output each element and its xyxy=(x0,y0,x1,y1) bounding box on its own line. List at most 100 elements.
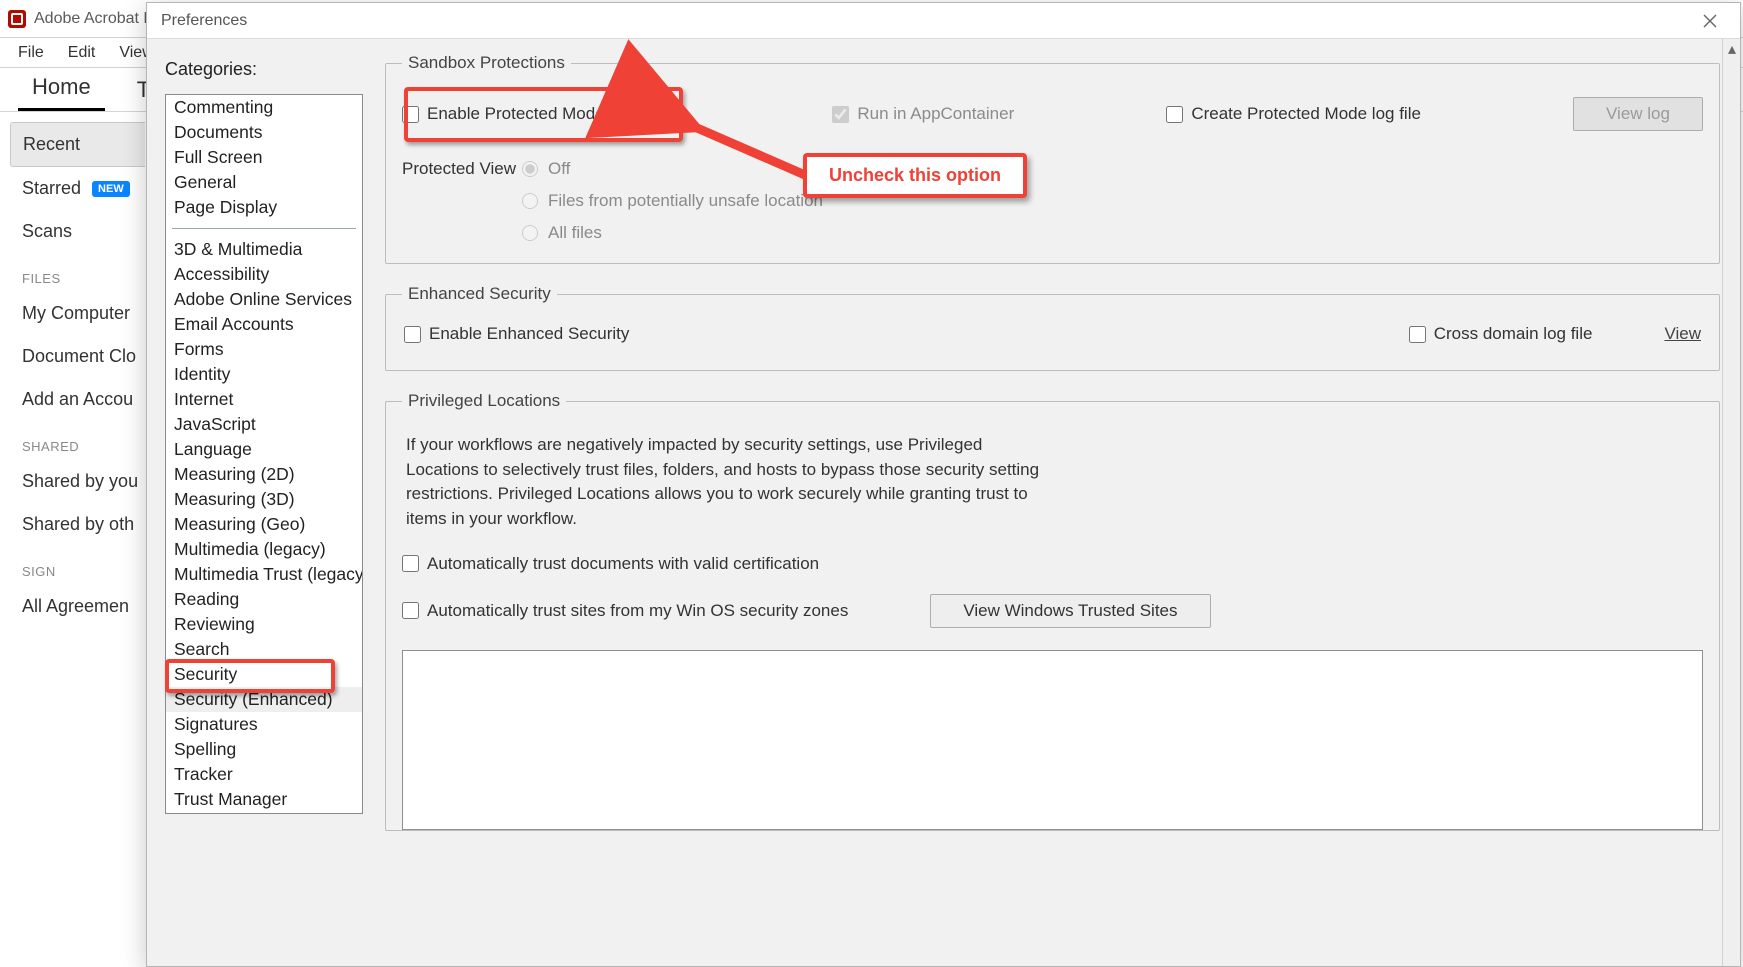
auto-trust-os-input[interactable] xyxy=(402,602,419,619)
category-item[interactable]: Documents xyxy=(166,120,362,145)
pv-off-label: Off xyxy=(548,159,570,179)
close-icon xyxy=(1703,14,1717,28)
category-item[interactable]: Email Accounts xyxy=(166,312,362,337)
pv-all-input xyxy=(522,225,538,241)
nav-starred-label: Starred xyxy=(22,178,81,198)
category-item[interactable]: JavaScript xyxy=(166,412,362,437)
category-item[interactable]: Multimedia Trust (legacy) xyxy=(166,562,362,587)
enable-protected-mode-label: Enable Protected Mode at startup xyxy=(427,104,680,124)
cross-domain-input[interactable] xyxy=(1409,326,1426,343)
dialog-scrollbar[interactable]: ▴ xyxy=(1722,39,1740,966)
category-item[interactable]: Identity xyxy=(166,362,362,387)
cross-domain-log-checkbox[interactable]: Cross domain log file xyxy=(1409,324,1593,344)
view-log-button[interactable]: View log xyxy=(1573,97,1703,131)
category-item[interactable]: Measuring (3D) xyxy=(166,487,362,512)
category-item[interactable]: Forms xyxy=(166,337,362,362)
view-windows-trusted-sites-button[interactable]: View Windows Trusted Sites xyxy=(930,594,1210,628)
auto-trust-cert-label: Automatically trust documents with valid… xyxy=(427,554,819,574)
category-item[interactable]: Signatures xyxy=(166,712,362,737)
protected-view-label: Protected View xyxy=(402,159,522,179)
pv-off-input xyxy=(522,161,538,177)
categories-column: Categories: CommentingDocumentsFull Scre… xyxy=(147,39,375,966)
section-shared: SHARED xyxy=(10,421,145,460)
category-item[interactable]: Security (Enhanced) xyxy=(166,687,362,712)
scroll-up-icon[interactable]: ▴ xyxy=(1723,39,1741,59)
nav-document-cloud[interactable]: Document Clo xyxy=(10,335,145,378)
sandbox-group: Sandbox Protections Enable Protected Mod… xyxy=(385,53,1720,264)
protected-view-off: Off xyxy=(522,159,823,179)
category-item[interactable]: Language xyxy=(166,437,362,462)
menu-file[interactable]: File xyxy=(6,41,56,65)
category-item[interactable]: Spelling xyxy=(166,737,362,762)
category-item[interactable]: Trust Manager xyxy=(166,787,362,812)
nav-shared-by-you[interactable]: Shared by you xyxy=(10,460,145,503)
run-appcontainer-input xyxy=(832,106,849,123)
pv-unsafe-input xyxy=(522,193,538,209)
category-item[interactable]: Full Screen xyxy=(166,145,362,170)
category-item[interactable]: Accessibility xyxy=(166,262,362,287)
category-item[interactable]: Reviewing xyxy=(166,612,362,637)
create-pm-log-checkbox[interactable]: Create Protected Mode log file xyxy=(1166,104,1421,124)
enable-protected-mode-checkbox[interactable]: Enable Protected Mode at startup xyxy=(402,104,680,124)
sandbox-legend: Sandbox Protections xyxy=(402,53,571,73)
nav-all-agreements[interactable]: All Agreemen xyxy=(10,585,145,628)
category-item[interactable]: Measuring (Geo) xyxy=(166,512,362,537)
app-title: Adobe Acrobat R xyxy=(34,10,155,28)
category-item[interactable]: Multimedia (legacy) xyxy=(166,537,362,562)
category-item[interactable]: Internet xyxy=(166,387,362,412)
category-item[interactable]: 3D & Multimedia xyxy=(166,237,362,262)
section-files: FILES xyxy=(10,253,145,292)
cross-domain-label: Cross domain log file xyxy=(1434,324,1593,344)
privileged-locations-group: Privileged Locations If your workflows a… xyxy=(385,391,1720,831)
pv-unsafe-label: Files from potentially unsafe location xyxy=(548,191,823,211)
category-item[interactable]: Reading xyxy=(166,587,362,612)
settings-panel: Sandbox Protections Enable Protected Mod… xyxy=(375,39,1740,966)
auto-trust-cert-checkbox[interactable]: Automatically trust documents with valid… xyxy=(402,554,819,574)
section-sign: SIGN xyxy=(10,546,145,585)
protected-view-unsafe: Files from potentially unsafe location xyxy=(522,191,823,211)
category-item[interactable]: Tracker xyxy=(166,762,362,787)
enable-enhanced-input[interactable] xyxy=(404,326,421,343)
categories-list[interactable]: CommentingDocumentsFull ScreenGeneralPag… xyxy=(165,94,363,814)
create-pm-log-label: Create Protected Mode log file xyxy=(1191,104,1421,124)
category-item[interactable]: General xyxy=(166,170,362,195)
privileged-legend: Privileged Locations xyxy=(402,391,566,411)
auto-trust-os-label: Automatically trust sites from my Win OS… xyxy=(427,601,848,621)
category-item[interactable]: Search xyxy=(166,637,362,662)
acrobat-logo-icon xyxy=(8,10,26,28)
close-button[interactable] xyxy=(1688,6,1732,36)
nav-my-computer[interactable]: My Computer xyxy=(10,292,145,335)
enable-protected-mode-input[interactable] xyxy=(402,106,419,123)
nav-recent[interactable]: Recent xyxy=(10,122,145,167)
category-item[interactable]: Units xyxy=(166,812,362,814)
enhanced-security-group: Enhanced Security Enable Enhanced Securi… xyxy=(385,284,1720,371)
nav-scans[interactable]: Scans xyxy=(10,210,145,253)
tab-home[interactable]: Home xyxy=(18,68,105,111)
category-item[interactable]: Adobe Online Services xyxy=(166,287,362,312)
category-item[interactable]: Security xyxy=(166,662,362,687)
category-item[interactable]: Page Display xyxy=(166,195,362,220)
run-appcontainer-label: Run in AppContainer xyxy=(857,104,1014,124)
category-item[interactable]: Commenting xyxy=(166,95,362,120)
category-item[interactable]: Measuring (2D) xyxy=(166,462,362,487)
run-appcontainer-checkbox: Run in AppContainer xyxy=(832,104,1014,124)
enhanced-legend: Enhanced Security xyxy=(402,284,557,304)
nav-add-account[interactable]: Add an Accou xyxy=(10,378,145,421)
view-cross-log-link[interactable]: View xyxy=(1664,324,1701,344)
enable-enhanced-label: Enable Enhanced Security xyxy=(429,324,629,344)
menu-edit[interactable]: Edit xyxy=(56,41,108,65)
auto-trust-os-checkbox[interactable]: Automatically trust sites from my Win OS… xyxy=(402,601,848,621)
nav-shared-by-others[interactable]: Shared by oth xyxy=(10,503,145,546)
privileged-description: If your workflows are negatively impacte… xyxy=(406,433,1046,532)
enable-enhanced-security-checkbox[interactable]: Enable Enhanced Security xyxy=(404,324,629,344)
dialog-title: Preferences xyxy=(155,12,247,30)
protected-view-all: All files xyxy=(522,223,823,243)
pv-all-label: All files xyxy=(548,223,602,243)
nav-starred[interactable]: Starred NEW xyxy=(10,167,145,210)
left-nav: Recent Starred NEW Scans FILES My Comput… xyxy=(0,112,145,638)
create-pm-log-input[interactable] xyxy=(1166,106,1183,123)
dialog-titlebar: Preferences xyxy=(147,3,1740,39)
auto-trust-cert-input[interactable] xyxy=(402,555,419,572)
trusted-list-box[interactable] xyxy=(402,650,1703,830)
categories-label: Categories: xyxy=(165,59,363,80)
